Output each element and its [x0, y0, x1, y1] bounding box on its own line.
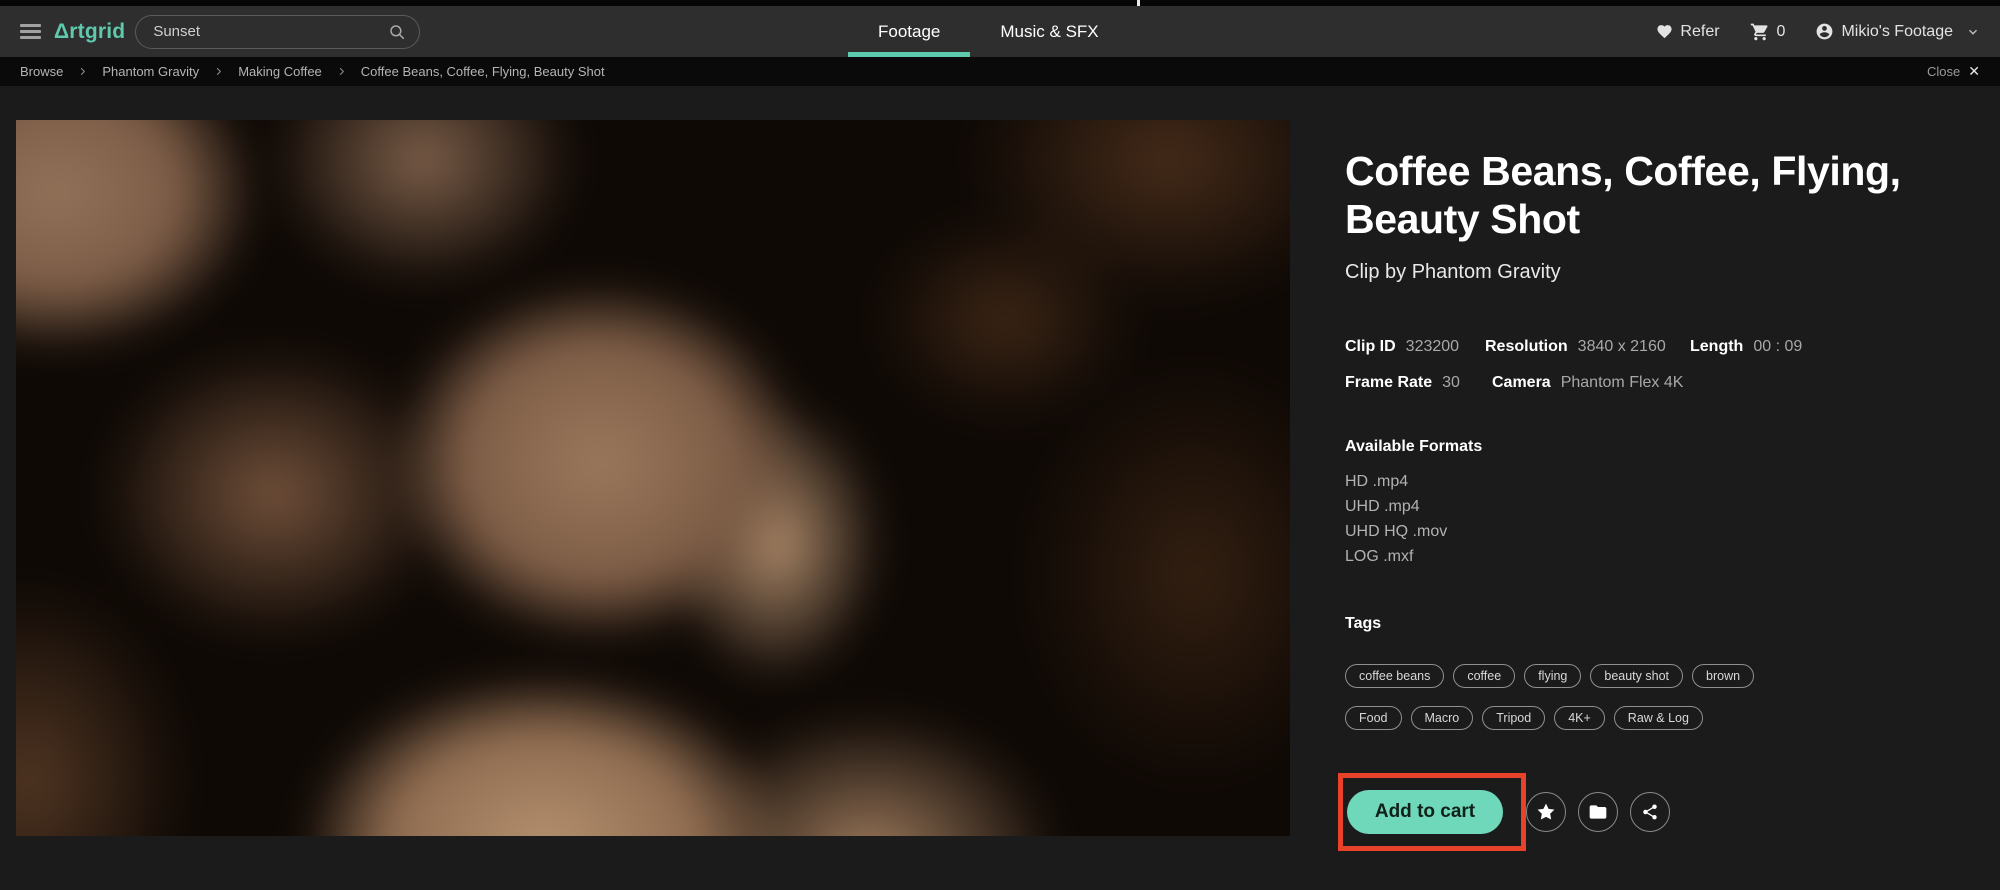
page-title: Coffee Beans, Coffee, Flying, Beauty Sho…	[1345, 148, 1901, 242]
top-navbar: Δrtgrid Footage Music & SFX Refer 0	[0, 6, 2000, 57]
share-icon	[1643, 804, 1657, 820]
chevron-right-icon	[216, 67, 222, 76]
tab-music-sfx[interactable]: Music & SFX	[970, 6, 1128, 57]
account-label: Mikio's Footage	[1841, 22, 1953, 40]
account-menu[interactable]: Mikio's Footage	[1815, 22, 1980, 41]
artgrid-logo[interactable]: Δrtgrid	[54, 20, 125, 44]
clip-detail-panel: Coffee Beans, Coffee, Flying, Beauty Sho…	[1345, 148, 1955, 730]
breadcrumb-browse[interactable]: Browse	[20, 64, 63, 79]
clip-metadata: Clip ID 323200 Resolution 3840 x 2160 Le…	[1345, 338, 1955, 392]
clip-byline: Clip by Phantom Gravity	[1345, 260, 1561, 283]
tag-pill[interactable]: Macro	[1410, 705, 1474, 730]
breadcrumb-artist[interactable]: Phantom Gravity	[102, 64, 199, 79]
refer-link[interactable]: Refer	[1656, 22, 1720, 41]
format-item: LOG .mxf	[1345, 547, 1414, 565]
clip-detail-page: Coffee Beans, Coffee, Flying, Beauty Sho…	[0, 86, 2000, 890]
cart-count: 0	[1776, 22, 1786, 40]
available-formats-section: Available Formats HD .mp4 UHD .mp4 UHD H…	[1345, 438, 1955, 569]
site-tabs: Footage Music & SFX	[848, 6, 1129, 57]
chevron-right-icon	[81, 67, 86, 76]
format-item: HD .mp4	[1345, 472, 1409, 490]
formats-heading: Available Formats	[1345, 437, 1483, 455]
tag-pill[interactable]: flying	[1524, 663, 1582, 688]
refer-label: Refer	[1680, 22, 1720, 40]
clip-preview-image[interactable]	[16, 120, 1290, 836]
format-item: UHD .mp4	[1345, 497, 1420, 515]
meta-length: Length 00 : 09	[1690, 337, 1803, 355]
folder-icon	[1589, 805, 1607, 819]
active-tab-underline	[848, 52, 971, 57]
coffee-beans-image	[16, 120, 1290, 836]
save-to-folder-button[interactable]	[1578, 792, 1618, 832]
heart-icon	[1657, 25, 1673, 39]
meta-row: Clip ID 323200 Resolution 3840 x 2160 Le…	[1345, 338, 1955, 356]
tag-pill[interactable]: Raw & Log	[1613, 705, 1703, 730]
breadcrumb-current-clip: Coffee Beans, Coffee, Flying, Beauty Sho…	[360, 64, 605, 79]
search-bar[interactable]	[135, 14, 421, 49]
star-icon	[1537, 803, 1555, 820]
meta-clip-id: Clip ID 323200	[1345, 337, 1460, 355]
annotation-highlight-box: Add to cart	[1338, 773, 1526, 851]
cart-icon	[1750, 23, 1768, 40]
hamburger-menu-icon[interactable]	[20, 24, 41, 39]
breadcrumb-story[interactable]: Making Coffee	[238, 64, 322, 79]
close-icon: ✕	[1968, 63, 1980, 79]
format-item: UHD HQ .mov	[1345, 522, 1448, 540]
tag-pill[interactable]: beauty shot	[1590, 663, 1684, 688]
tab-footage[interactable]: Footage	[848, 6, 971, 57]
tag-pill[interactable]: Tripod	[1482, 705, 1546, 730]
search-icon[interactable]	[388, 23, 406, 41]
share-button[interactable]	[1630, 792, 1670, 832]
close-button[interactable]: Close ✕	[1927, 63, 1980, 80]
chevron-down-icon	[1969, 29, 1977, 35]
tags-heading: Tags	[1345, 614, 1382, 632]
tag-pill[interactable]: coffee beans	[1345, 663, 1445, 688]
tag-pill[interactable]: brown	[1692, 663, 1755, 688]
tag-pill[interactable]: coffee	[1453, 663, 1516, 688]
tags-section: Tags coffee beans coffee flying beauty s…	[1345, 615, 1955, 730]
clip-actions: Add to cart	[1338, 773, 1670, 851]
account-icon	[1817, 23, 1833, 40]
meta-frame-rate: Frame Rate 30	[1345, 373, 1460, 391]
chevron-right-icon	[339, 67, 344, 76]
cart-button[interactable]: 0	[1750, 22, 1786, 42]
navbar-right: Refer 0 Mikio's Footage	[1656, 22, 1980, 42]
breadcrumb: Browse Phantom Gravity Making Coffee Cof…	[0, 57, 2000, 86]
meta-resolution: Resolution 3840 x 2160	[1485, 337, 1666, 355]
meta-row: Frame Rate 30 Camera Phantom Flex 4K	[1345, 374, 1955, 392]
favorite-button[interactable]	[1526, 792, 1566, 832]
add-to-cart-button[interactable]: Add to cart	[1347, 790, 1503, 834]
meta-camera: Camera Phantom Flex 4K	[1492, 373, 1684, 391]
tag-pill[interactable]: 4K+	[1554, 705, 1605, 730]
search-input[interactable]	[153, 23, 389, 40]
tag-pill[interactable]: Food	[1345, 705, 1402, 730]
